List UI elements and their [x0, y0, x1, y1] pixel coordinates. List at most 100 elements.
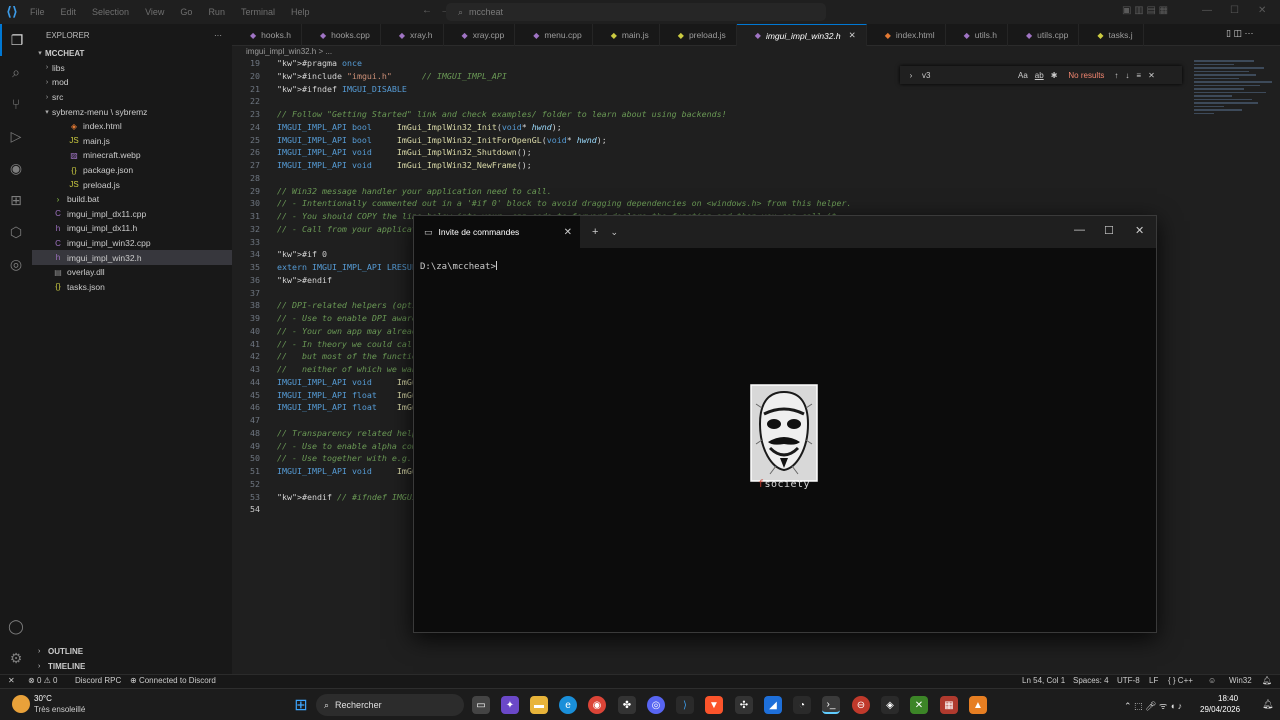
- tab-main-js[interactable]: ◆ main.js: [593, 24, 660, 46]
- tab-preload-js[interactable]: ◆ preload.js: [660, 24, 737, 46]
- clock-time[interactable]: 18:40: [1218, 694, 1238, 703]
- vscode-app-icon[interactable]: ⟩: [676, 696, 694, 714]
- tree-item-imgui-impl-dx11-h[interactable]: h imgui_impl_dx11.h: [32, 221, 232, 236]
- weather-temp[interactable]: 30°C: [34, 694, 52, 703]
- find-input[interactable]: v3: [922, 71, 1018, 80]
- new-tab-icon[interactable]: +: [592, 226, 598, 238]
- close-button[interactable]: ✕: [1135, 224, 1144, 237]
- tab-xray-cpp[interactable]: ◆ xray.cpp: [444, 24, 516, 46]
- code-line[interactable]: 26 IMGUI_IMPL_API void ImGui_ImplWin32_Sh…: [232, 147, 532, 160]
- tab-index-html[interactable]: ◆ index.html: [867, 24, 946, 46]
- breadcrumb[interactable]: imgui_impl_win32.h > ...: [246, 47, 332, 56]
- tree-item-mod[interactable]: › mod: [32, 75, 232, 90]
- tab-hooks-h[interactable]: ◆ hooks.h: [232, 24, 302, 46]
- encoding[interactable]: UTF-8: [1117, 676, 1140, 685]
- tab-tasks-j[interactable]: ◆ tasks.j: [1079, 24, 1144, 46]
- menu-item-run[interactable]: Run: [208, 7, 225, 17]
- code-line[interactable]: 27 IMGUI_IMPL_API void ImGui_ImplWin32_Ne…: [232, 160, 532, 173]
- tree-item-imgui-impl-dx11-cpp[interactable]: Cimgui_impl_dx11.cpp: [32, 207, 232, 222]
- tab-xray-h[interactable]: ◆ xray.h: [381, 24, 444, 46]
- edge-icon[interactable]: e: [559, 696, 577, 714]
- close-button[interactable]: ✕: [1258, 5, 1266, 16]
- notifications-icon[interactable]: 🔔︎: [1262, 676, 1272, 685]
- menu-item-edit[interactable]: Edit: [61, 7, 77, 17]
- discord-app-icon[interactable]: ◎: [647, 696, 665, 714]
- maximize-button[interactable]: ☐: [1104, 224, 1114, 237]
- terminal-app-icon[interactable]: ›_: [822, 696, 840, 714]
- menu-item-help[interactable]: Help: [291, 7, 310, 17]
- code-line[interactable]: 28: [232, 173, 277, 186]
- tree-root[interactable]: ▾ MCCHEAT: [32, 46, 232, 61]
- code-line[interactable]: 33: [232, 237, 277, 250]
- run-debug-icon[interactable]: ▷: [0, 120, 32, 152]
- tree-item-imgui-impl-win32-h[interactable]: h imgui_impl_win32.h: [32, 250, 232, 265]
- code-line[interactable]: 22: [232, 96, 277, 109]
- terminal-tab[interactable]: ▭ Invite de commandes ✕: [414, 216, 580, 248]
- menu-item-terminal[interactable]: Terminal: [241, 7, 275, 17]
- language-mode[interactable]: { } C++: [1168, 676, 1193, 685]
- tab-menu-cpp[interactable]: ◆ menu.cpp: [515, 24, 593, 46]
- menu-item-view[interactable]: View: [145, 7, 164, 17]
- menu-item-file[interactable]: File: [30, 7, 45, 17]
- remote-indicator-icon[interactable]: ✕: [8, 676, 15, 685]
- minimap[interactable]: [1194, 60, 1272, 140]
- start-button-icon[interactable]: ⊞: [292, 696, 310, 714]
- layout-icon[interactable]: ▣ ▥ ▤ ▦: [1122, 5, 1168, 16]
- close-icon[interactable]: ✕: [1148, 71, 1155, 80]
- code-line[interactable]: 20 "kw">#include "imgui.h" // IMGUI_IMPL_…: [232, 71, 507, 84]
- code-line[interactable]: 52: [232, 479, 277, 492]
- package-icon[interactable]: ⬡: [0, 216, 32, 248]
- previous-match-icon[interactable]: ↑: [1114, 71, 1118, 80]
- tray-icons[interactable]: ⌃ ⬚ 🎤︎ ᯤ ◖ ♪: [1124, 699, 1182, 712]
- match-case-toggle[interactable]: Aa: [1018, 71, 1028, 80]
- brave-icon[interactable]: ▼: [705, 696, 723, 714]
- task-view-icon[interactable]: ▭: [472, 696, 490, 714]
- app-icon[interactable]: ▲: [969, 696, 987, 714]
- tree-item-minecraft-webp[interactable]: ▨ minecraft.webp: [32, 148, 232, 163]
- minecraft-icon[interactable]: ✕: [910, 696, 928, 714]
- weather-desc[interactable]: Très ensoleillé: [34, 705, 85, 714]
- tree-item-overlay-dll[interactable]: ▤ overlay.dll: [32, 265, 232, 280]
- code-line[interactable]: 34 "kw">#if 0: [232, 249, 327, 262]
- weather-icon[interactable]: [12, 695, 30, 713]
- tree-item-index-html[interactable]: ◈ index.html: [32, 119, 232, 134]
- tree-item-libs[interactable]: › libs: [32, 61, 232, 76]
- menu-item-selection[interactable]: Selection: [92, 7, 129, 17]
- regex-toggle-icon[interactable]: ✱: [1051, 71, 1058, 80]
- tab-imgui-impl-win32-h[interactable]: ◆ imgui_impl_win32.h ✕: [736, 24, 867, 46]
- file-explorer-icon[interactable]: ▬: [530, 696, 548, 714]
- line-ending[interactable]: LF: [1149, 676, 1158, 685]
- maximize-button[interactable]: ☐: [1230, 5, 1239, 16]
- search-icon[interactable]: ⌕: [0, 56, 32, 88]
- app-icon[interactable]: ◔: [793, 696, 811, 714]
- find-in-selection-icon[interactable]: ≡: [1136, 71, 1141, 80]
- code-line[interactable]: 21 "kw">#ifndef IMGUI_DISABLE: [232, 84, 407, 97]
- tab-hooks-cpp[interactable]: ◆ hooks.cpp: [302, 24, 381, 46]
- minimize-button[interactable]: —: [1074, 224, 1085, 236]
- chrome-icon[interactable]: ◉: [588, 696, 606, 714]
- tree-item-main-js[interactable]: JS main.js: [32, 134, 232, 149]
- app-icon[interactable]: ◢: [764, 696, 782, 714]
- remote-icon[interactable]: ◉: [0, 152, 32, 184]
- app-icon[interactable]: ⊖: [852, 696, 870, 714]
- tree-item-src[interactable]: › src: [32, 90, 232, 105]
- timeline-section[interactable]: › TIMELINE: [32, 659, 85, 673]
- platform[interactable]: Win32: [1229, 676, 1252, 685]
- code-line[interactable]: 23 // Follow "Getting Started" link and c…: [232, 109, 727, 122]
- tree-item-build-bat[interactable]: › build.bat: [32, 192, 232, 207]
- chevron-down-icon[interactable]: ⌄: [610, 227, 618, 238]
- clock-date[interactable]: 29/04/2026: [1200, 705, 1240, 714]
- code-line[interactable]: 38// DPI-related helpers (optional): [232, 300, 442, 313]
- command-prompt-window[interactable]: ▭ Invite de commandes ✕ + ⌄ — ☐ ✕ D:\za\…: [413, 215, 1157, 633]
- split-editor-icon[interactable]: ▯ ◫ ···: [1226, 28, 1253, 39]
- tree-item-tasks-json[interactable]: {} tasks.json: [32, 280, 232, 295]
- tree-item-package-json[interactable]: {} package.json: [32, 163, 232, 178]
- discord-rpc-item[interactable]: Discord RPC: [75, 676, 121, 685]
- discord-icon[interactable]: ◎: [0, 248, 32, 280]
- code-line[interactable]: 25 IMGUI_IMPL_API bool ImGui_ImplWin32_In…: [232, 135, 607, 148]
- tree-item-sybremz-menu-sybremz[interactable]: ▾ sybremz-menu \ sybremz: [32, 104, 232, 119]
- app-icon[interactable]: ✣: [735, 696, 753, 714]
- copilot-app-icon[interactable]: ✦: [501, 696, 519, 714]
- code-line[interactable]: 24 IMGUI_IMPL_API bool ImGui_ImplWin32_In…: [232, 122, 562, 135]
- explorer-icon[interactable]: ❐: [0, 24, 32, 56]
